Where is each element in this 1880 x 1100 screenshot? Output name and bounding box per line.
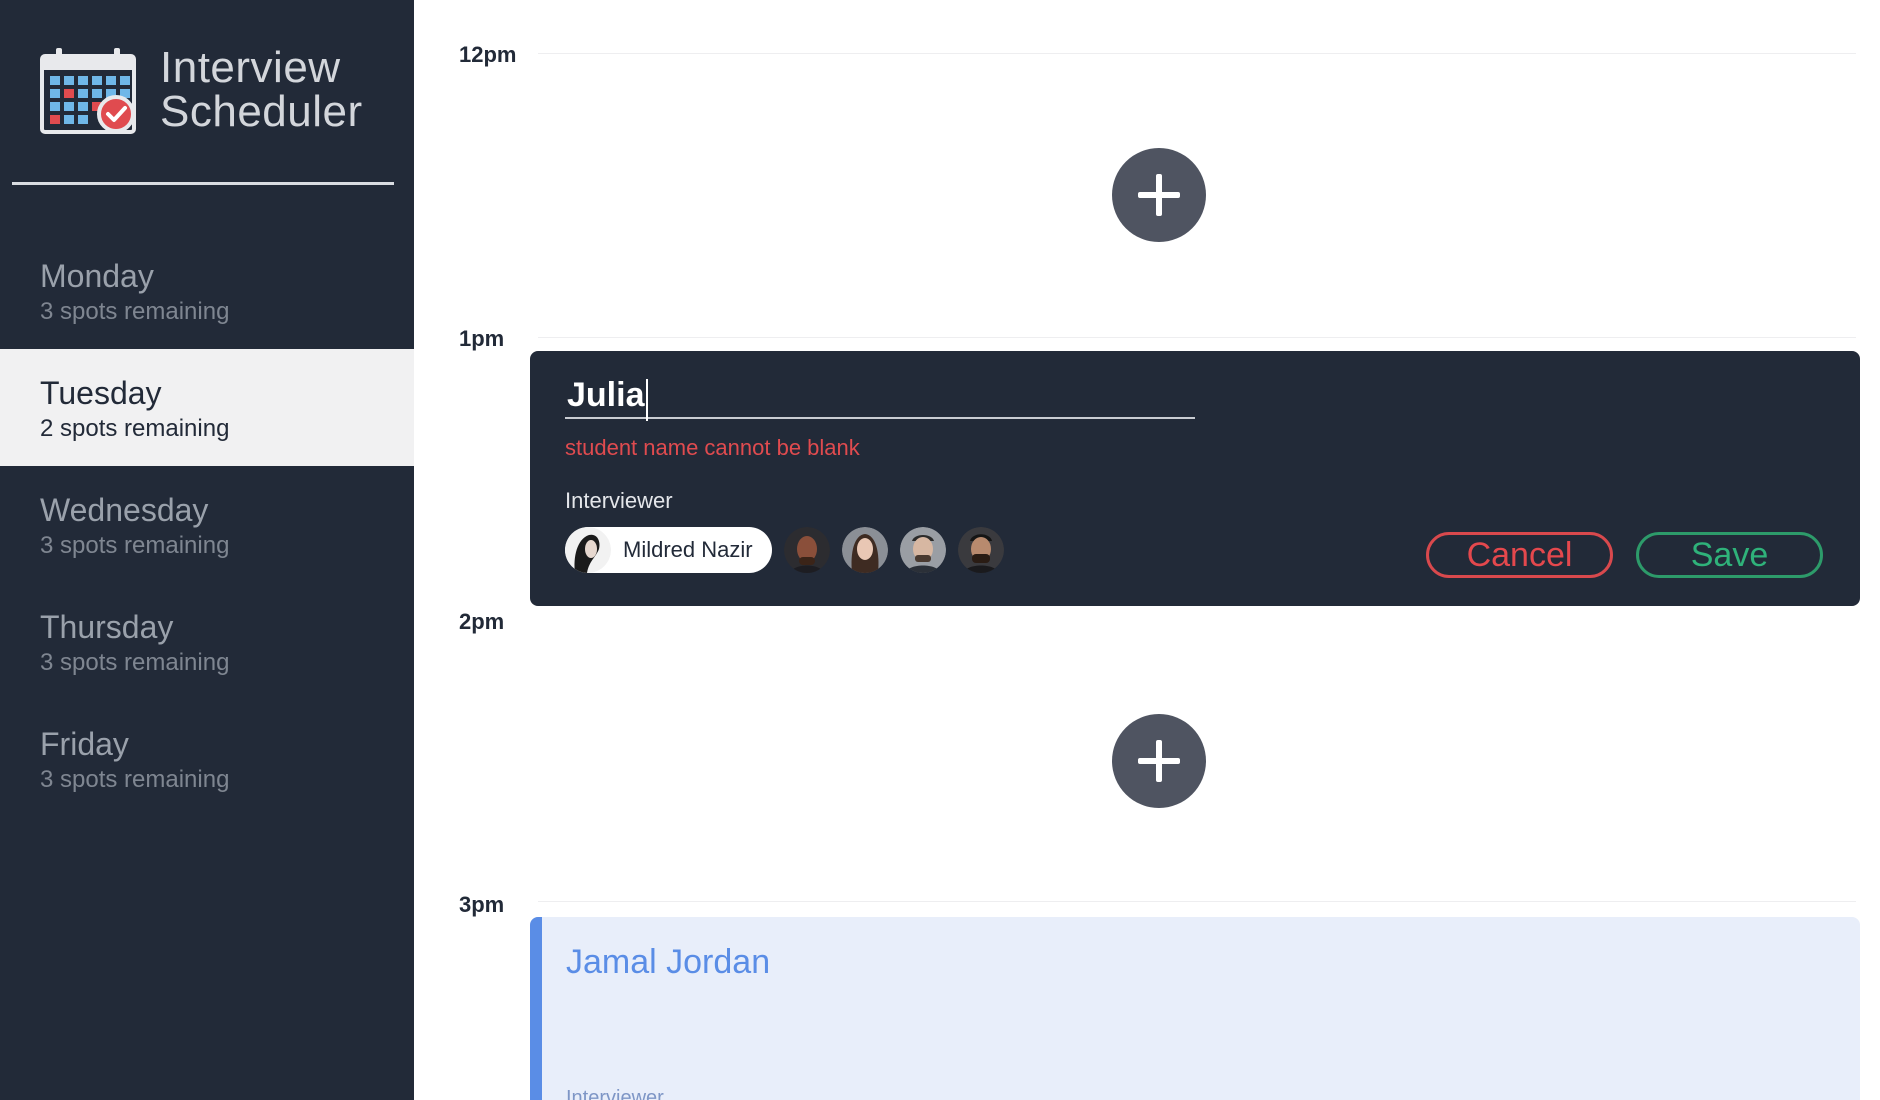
interviewer-name: Mildred Nazir	[623, 537, 753, 562]
app-title-line2: Scheduler	[160, 87, 363, 136]
day-list: Monday 3 spots remaining Tuesday 2 spots…	[0, 232, 414, 817]
add-appointment-button[interactable]	[1112, 714, 1206, 808]
hour-divider	[538, 901, 1856, 902]
day-name: Wednesday	[40, 492, 209, 528]
time-label-1pm: 1pm	[459, 326, 505, 351]
day-name: Friday	[40, 726, 129, 762]
day-item-friday[interactable]: Friday 3 spots remaining	[0, 700, 414, 817]
interviewer-avatar[interactable]	[784, 527, 830, 573]
day-item-monday[interactable]: Monday 3 spots remaining	[0, 232, 414, 349]
interviewer-selected[interactable]: Mildred Nazir	[565, 527, 772, 573]
interviewer-list: Mildred Nazir	[565, 527, 1004, 573]
brand: Interview Scheduler	[40, 44, 363, 136]
day-item-thursday[interactable]: Thursday 3 spots remaining	[0, 583, 414, 700]
day-spots: 3 spots remaining	[40, 532, 230, 559]
day-item-wednesday[interactable]: Wednesday 3 spots remaining	[0, 466, 414, 583]
sidebar: Interview Scheduler Monday 3 spots remai…	[0, 0, 414, 1100]
time-label-2pm: 2pm	[459, 609, 505, 634]
cancel-button[interactable]: Cancel	[1426, 532, 1613, 578]
booked-interviewer-label: Interviewer	[566, 1087, 664, 1100]
app-title: Interview Scheduler	[160, 46, 363, 134]
avatar	[565, 527, 611, 573]
interviewer-label: Interviewer	[565, 488, 673, 513]
day-spots: 3 spots remaining	[40, 649, 230, 676]
student-name-input[interactable]	[565, 375, 1195, 419]
day-name: Monday	[40, 258, 154, 294]
time-label-3pm: 3pm	[459, 892, 505, 917]
interviewer-avatar[interactable]	[958, 527, 1004, 573]
validation-error: student name cannot be blank	[565, 435, 860, 460]
hour-divider	[538, 337, 1856, 338]
hour-divider	[538, 53, 1856, 54]
add-appointment-button[interactable]	[1112, 148, 1206, 242]
sidebar-divider	[12, 182, 394, 185]
booked-appointment[interactable]: Jamal Jordan Interviewer	[530, 917, 1860, 1100]
interviewer-avatar[interactable]	[842, 527, 888, 573]
save-button[interactable]: Save	[1636, 532, 1823, 578]
day-name: Thursday	[40, 609, 174, 645]
time-label-12pm: 12pm	[459, 42, 517, 67]
day-name: Tuesday	[40, 375, 162, 411]
appointment-form: student name cannot be blank Interviewer…	[530, 351, 1860, 606]
calendar-check-icon	[40, 48, 136, 134]
day-item-tuesday[interactable]: Tuesday 2 spots remaining	[0, 349, 414, 466]
text-caret	[646, 379, 648, 421]
booked-student-name: Jamal Jordan	[566, 943, 771, 981]
day-spots: 3 spots remaining	[40, 766, 230, 793]
day-spots: 2 spots remaining	[40, 415, 230, 442]
app-title-line1: Interview	[160, 43, 341, 92]
day-spots: 3 spots remaining	[40, 298, 230, 325]
interviewer-avatar[interactable]	[900, 527, 946, 573]
